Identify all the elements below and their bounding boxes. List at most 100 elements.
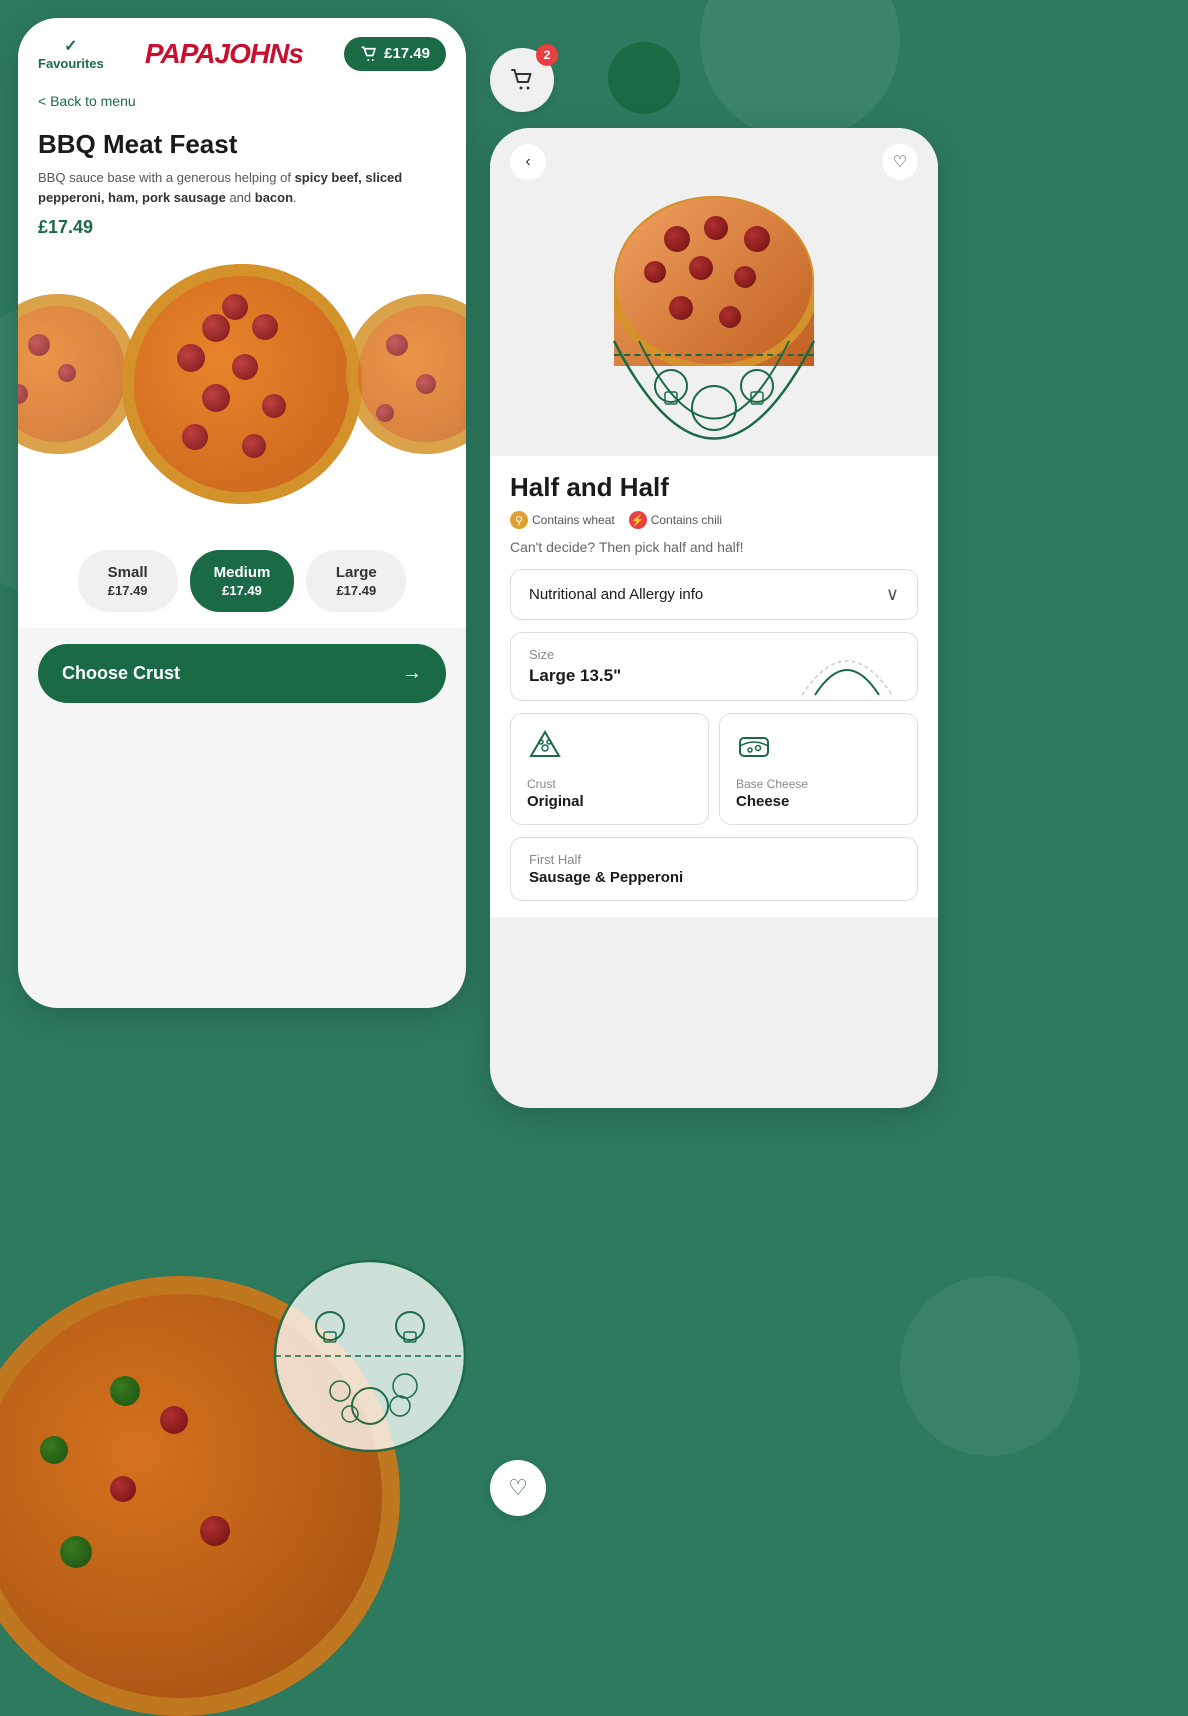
cheese-card-value: Cheese xyxy=(736,793,901,810)
topping xyxy=(28,334,50,356)
crust-card-label: Crust xyxy=(527,777,692,791)
size-small-name: Small xyxy=(108,564,148,581)
cheese-icon xyxy=(736,728,772,764)
customization-row: Crust Original Base Cheese Cheese xyxy=(510,713,918,825)
topping xyxy=(182,424,208,450)
cart-price: £17.49 xyxy=(384,45,430,62)
right-product-title: Half and Half xyxy=(510,472,918,503)
crust-card[interactable]: Crust Original xyxy=(510,713,709,825)
right-pizza-area xyxy=(490,196,938,456)
desc-period: . xyxy=(293,190,297,205)
back-chevron: ‹ xyxy=(525,153,530,171)
first-half-card[interactable]: First Half Sausage & Pepperoni xyxy=(510,837,918,901)
topping xyxy=(252,314,278,340)
pizza-left-partial xyxy=(18,294,138,454)
cheese-card-label: Base Cheese xyxy=(736,777,901,791)
product-price: £17.49 xyxy=(38,217,446,238)
chevron-down-icon: ∨ xyxy=(886,584,899,605)
first-half-info: First Half Sausage & Pepperoni xyxy=(529,852,683,886)
right-header: ‹ ♡ xyxy=(490,128,938,196)
topping xyxy=(262,394,286,418)
topping xyxy=(222,294,248,320)
size-small-price: £17.49 xyxy=(108,583,148,598)
cart-count-badge: 2 xyxy=(536,44,558,66)
topping xyxy=(232,354,258,380)
topping-r xyxy=(644,261,666,283)
crust-ring-left xyxy=(18,294,138,454)
allergen-wheat-label: Contains wheat xyxy=(532,513,615,527)
topping-r xyxy=(669,296,693,320)
size-large-price: £17.49 xyxy=(336,583,376,598)
back-to-menu[interactable]: < Back to menu xyxy=(18,83,466,119)
product-info: BBQ Meat Feast BBQ sauce base with a gen… xyxy=(18,119,466,254)
papajohns-logo: PAPAJOHNs xyxy=(145,38,303,70)
desc-end-bold: bacon xyxy=(255,190,293,205)
right-favourite-button[interactable]: ♡ xyxy=(882,144,918,180)
allergen-wheat: ⚲ Contains wheat xyxy=(510,511,615,529)
topping xyxy=(58,364,76,382)
topping xyxy=(242,434,266,458)
size-medium-name: Medium xyxy=(214,564,271,581)
topping-r xyxy=(734,266,756,288)
size-info-card[interactable]: Size Large 13.5" xyxy=(510,632,918,701)
size-large[interactable]: Large £17.49 xyxy=(306,550,406,612)
topping-r xyxy=(719,306,741,328)
right-description: Can't decide? Then pick half and half! xyxy=(510,539,918,555)
right-phone: ‹ ♡ xyxy=(490,128,938,1108)
topping xyxy=(386,334,408,356)
arrow-icon: → xyxy=(402,662,422,685)
size-selector: Small £17.49 Medium £17.49 Large £17.49 xyxy=(18,534,466,628)
topping-r xyxy=(704,216,728,240)
left-header: ✓ Favourites PAPAJOHNs £17.49 xyxy=(18,18,466,83)
back-link-text: < Back to menu xyxy=(38,93,136,109)
right-product-content: Half and Half ⚲ Contains wheat ⚡ Contain… xyxy=(490,456,938,917)
check-icon: ✓ xyxy=(64,36,77,56)
crust-ring-right xyxy=(346,294,466,454)
pizza-main xyxy=(122,264,362,504)
cart-header-icon xyxy=(360,45,378,63)
allergen-row: ⚲ Contains wheat ⚡ Contains chili xyxy=(510,511,918,529)
pizza-half-illustration xyxy=(609,336,819,451)
size-medium-price: £17.49 xyxy=(222,583,262,598)
size-small[interactable]: Small £17.49 xyxy=(78,550,178,612)
nutritional-label: Nutritional and Allergy info xyxy=(529,586,703,603)
heart-icon-floating: ♡ xyxy=(508,1475,528,1501)
favourites-label: Favourites xyxy=(38,56,104,71)
chili-icon: ⚡ xyxy=(629,511,647,529)
size-large-name: Large xyxy=(336,564,377,581)
first-half-value: Sausage & Pepperoni xyxy=(529,869,683,886)
bg-decor-3 xyxy=(900,1276,1080,1456)
bg-decor-1 xyxy=(700,0,900,140)
product-description: BBQ sauce base with a generous helping o… xyxy=(38,168,446,207)
choose-crust-label: Choose Crust xyxy=(62,663,180,684)
topping xyxy=(416,374,436,394)
pizza-images xyxy=(18,254,466,534)
topping xyxy=(202,314,230,342)
dark-circle-decoration xyxy=(608,42,680,114)
heart-bubble-floating[interactable]: ♡ xyxy=(490,1460,546,1516)
header-cart-button[interactable]: £17.49 xyxy=(344,37,446,71)
choose-crust-button[interactable]: Choose Crust → xyxy=(38,644,446,703)
topping-r xyxy=(689,256,713,280)
first-half-label: First Half xyxy=(529,852,683,867)
desc-pre: BBQ sauce base with a generous helping o… xyxy=(38,170,295,185)
right-heart-icon: ♡ xyxy=(893,152,907,172)
crust-icon xyxy=(527,728,563,764)
wheat-icon: ⚲ xyxy=(510,511,528,529)
cheese-card[interactable]: Base Cheese Cheese xyxy=(719,713,918,825)
product-title: BBQ Meat Feast xyxy=(38,129,446,160)
topping-r xyxy=(664,226,690,252)
size-semicircle-illustration xyxy=(797,637,897,697)
cart-icon xyxy=(508,66,536,94)
nutritional-accordion[interactable]: Nutritional and Allergy info ∨ xyxy=(510,569,918,620)
topping xyxy=(177,344,205,372)
pizza-outline-illustration xyxy=(270,1256,470,1456)
left-phone: ✓ Favourites PAPAJOHNs £17.49 < Back to … xyxy=(18,18,466,1008)
topping xyxy=(202,384,230,412)
topping-r xyxy=(744,226,770,252)
pizza-right-partial xyxy=(346,294,466,454)
topping xyxy=(376,404,394,422)
favourites-button[interactable]: ✓ Favourites xyxy=(38,36,104,71)
size-medium[interactable]: Medium £17.49 xyxy=(190,550,295,612)
right-back-button[interactable]: ‹ xyxy=(510,144,546,180)
